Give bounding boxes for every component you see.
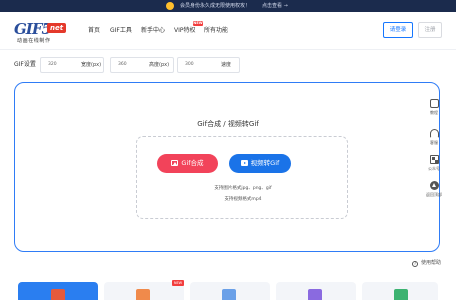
logo-wordmark: GIF5 xyxy=(14,20,52,38)
tool-4-icon xyxy=(308,289,322,300)
height-value: 360 xyxy=(118,62,127,67)
help-link[interactable]: ? 使用帮助 xyxy=(412,259,441,267)
qrcode-icon xyxy=(429,155,439,164)
help-label: 使用帮助 xyxy=(421,260,442,266)
sidebar-wechat-label: 公众号 xyxy=(428,166,440,171)
back-to-top-icon xyxy=(429,181,439,190)
notice-bar: 会员身份永久成无限使用权攻！ 点击查看 → xyxy=(0,0,456,12)
tool-card-3[interactable] xyxy=(190,282,270,300)
height-field[interactable]: 360 高度(px) xyxy=(110,57,174,73)
notice-icon xyxy=(166,2,174,10)
tool-3-icon xyxy=(222,289,236,300)
tool-card-5[interactable] xyxy=(362,282,438,300)
video-icon xyxy=(240,160,248,166)
sidebar-tutorial-label: 教程 xyxy=(430,110,438,115)
gif-compose-button[interactable]: Gif合成 xyxy=(157,154,218,173)
register-button[interactable]: 注册 xyxy=(418,22,442,38)
nav-new-badge: NEW xyxy=(193,21,203,26)
nav-gif-tools[interactable]: GIF工具 xyxy=(110,27,132,35)
nav-vip[interactable]: VIP特权 xyxy=(174,27,196,35)
sidebar-wechat[interactable]: 公众号 xyxy=(425,155,443,171)
video-to-gif-button[interactable]: 视频转Gif xyxy=(229,154,291,173)
width-field[interactable]: 320 宽度(px) xyxy=(40,57,104,73)
speed-field[interactable]: 300 速度 xyxy=(177,57,240,73)
supported-video-formats: 支持视频格式mp4 xyxy=(224,197,262,202)
logo[interactable]: GIF5 net 动画在线制作 xyxy=(14,20,72,48)
gif-compose-label: Gif合成 xyxy=(181,159,204,167)
headset-icon xyxy=(429,129,439,138)
nav-all-features[interactable]: 所有功能 xyxy=(204,27,228,35)
nav-home[interactable]: 首页 xyxy=(88,27,100,35)
help-icon: ? xyxy=(412,261,418,267)
upload-card: Gif合成 / 视频转Gif Gif合成 视频转Gif 支持图片格式jpg、pn… xyxy=(14,82,440,252)
gif-compose-tool-icon xyxy=(51,289,65,300)
tool-card-gif-compose[interactable] xyxy=(18,282,98,300)
image-icon xyxy=(171,160,179,166)
sidebar-back-to-top-label: 返回顶部 xyxy=(426,192,442,197)
drop-zone[interactable]: Gif合成 视频转Gif 支持图片格式jpg、png、gif 支持视频格式mp4 xyxy=(136,136,348,219)
upload-title: Gif合成 / 视频转Gif xyxy=(197,120,259,128)
supported-image-formats: 支持图片格式jpg、png、gif xyxy=(214,186,272,191)
login-button[interactable]: 请登录 xyxy=(383,22,413,38)
gif-settings-label: GIF设置 xyxy=(14,61,36,68)
tool-card-4[interactable] xyxy=(276,282,356,300)
video-to-gif-label: 视频转Gif xyxy=(250,159,280,167)
notice-text: 会员身份永久成无限使用权攻！ xyxy=(180,3,251,9)
tool-2-icon xyxy=(136,289,150,300)
tool-5-icon xyxy=(394,289,408,300)
logo-net-badge: net xyxy=(47,23,67,33)
width-unit: 宽度(px) xyxy=(81,62,102,68)
height-unit: 高度(px) xyxy=(149,62,170,68)
sidebar-support[interactable]: 客服 xyxy=(425,129,443,145)
width-value: 320 xyxy=(48,62,57,67)
speed-value: 300 xyxy=(185,62,194,67)
notice-link[interactable]: 点击查看 → xyxy=(262,2,288,10)
tool-new-badge: NEW xyxy=(172,280,184,286)
speed-unit: 速度 xyxy=(221,62,232,68)
sidebar-back-to-top[interactable]: 返回顶部 xyxy=(425,181,443,197)
nav-beginner-center[interactable]: 新手中心 xyxy=(141,27,165,35)
sidebar-tutorial[interactable]: 教程 xyxy=(425,99,443,115)
sidebar-support-label: 客服 xyxy=(430,140,438,145)
logo-subtitle: 动画在线制作 xyxy=(17,38,51,44)
book-icon xyxy=(429,99,439,108)
header: GIF5 net 动画在线制作 首页 GIF工具 新手中心 VIP特权 NEW … xyxy=(0,12,456,50)
